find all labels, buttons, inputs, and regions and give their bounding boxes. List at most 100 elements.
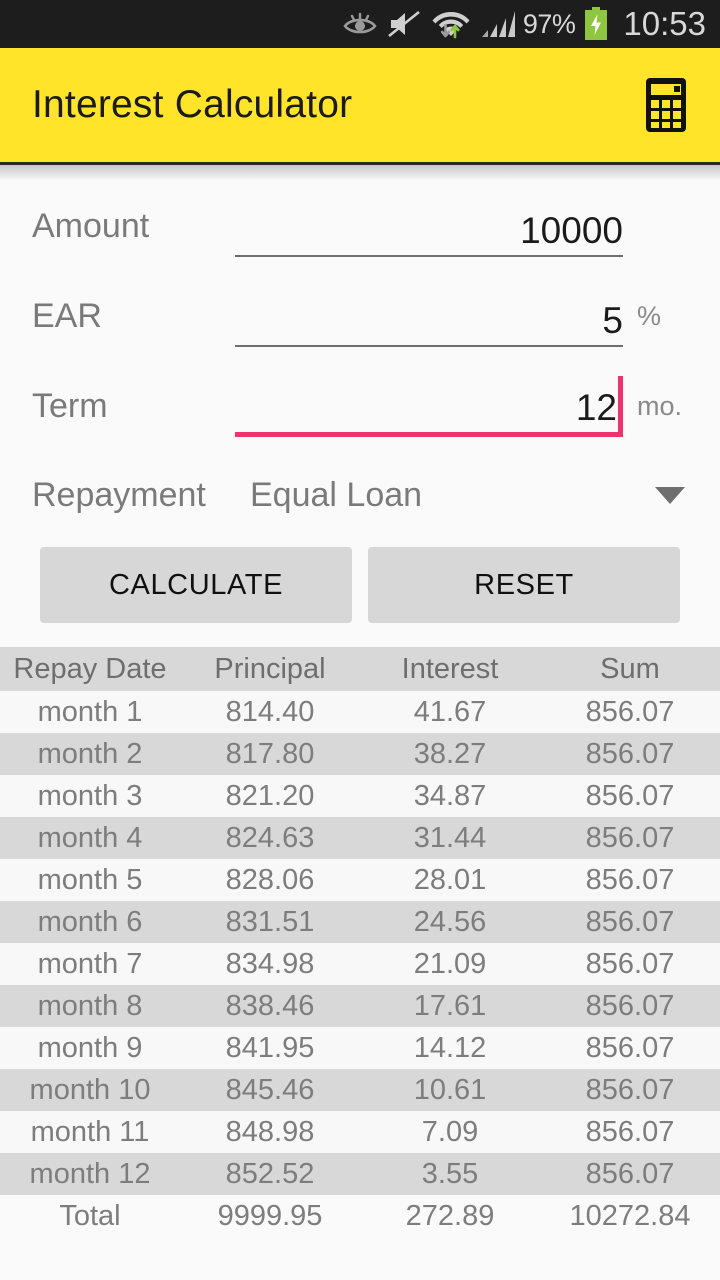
table-row[interactable]: month 7 834.98 21.09 856.07 bbox=[0, 943, 720, 985]
table-cell-3: 856.07 bbox=[585, 863, 675, 896]
table-cell-2: 41.67 bbox=[413, 695, 487, 728]
table-row[interactable]: month 9 841.95 14.12 856.07 bbox=[0, 1027, 720, 1069]
table-row[interactable]: month 2 817.80 38.27 856.07 bbox=[0, 733, 720, 775]
sound-muted-icon bbox=[388, 9, 421, 39]
table-cell-3: 856.07 bbox=[585, 737, 675, 770]
table-cell-2: 38.27 bbox=[413, 737, 487, 770]
table-total-row[interactable]: Total 9999.95 272.89 10272.84 bbox=[0, 1195, 720, 1237]
table-cell-0: Repay Date bbox=[13, 652, 167, 685]
calculator-icon[interactable] bbox=[636, 75, 696, 135]
table-cell-3: 856.07 bbox=[585, 1073, 675, 1106]
table-cell-3: 856.07 bbox=[585, 821, 675, 854]
table-cell-1: 817.80 bbox=[225, 737, 315, 770]
wifi-icon bbox=[432, 8, 470, 40]
table-cell-3: 856.07 bbox=[585, 1115, 675, 1148]
amount-label: Amount bbox=[32, 206, 150, 245]
field-row-term: Term 12 mo. bbox=[0, 361, 720, 451]
table-cell-0: month 6 bbox=[37, 905, 143, 938]
table-cell-0: month 1 bbox=[37, 695, 143, 728]
table-cell-2: 17.61 bbox=[413, 989, 487, 1022]
table-cell-0: month 9 bbox=[37, 1031, 143, 1064]
app-toolbar: Interest Calculator bbox=[0, 48, 720, 165]
table-row[interactable]: month 10 845.46 10.61 856.07 bbox=[0, 1069, 720, 1111]
table-cell-1: 828.06 bbox=[225, 863, 315, 896]
table-cell-1: 841.95 bbox=[225, 1031, 315, 1064]
table-cell-0: month 10 bbox=[29, 1073, 151, 1106]
repayment-selected-value: Equal Loan bbox=[250, 475, 423, 514]
amount-input[interactable]: 10000 bbox=[235, 195, 623, 257]
table-row[interactable]: month 11 848.98 7.09 856.07 bbox=[0, 1111, 720, 1153]
status-bar: 97% 10:53 bbox=[0, 0, 720, 48]
battery-percent-label: 97% bbox=[522, 8, 576, 39]
table-cell-1: 814.40 bbox=[225, 695, 315, 728]
table-cell-0: month 5 bbox=[37, 863, 143, 896]
table-row[interactable]: month 8 838.46 17.61 856.07 bbox=[0, 985, 720, 1027]
ear-value: 5 bbox=[602, 300, 623, 341]
table-row[interactable]: month 6 831.51 24.56 856.07 bbox=[0, 901, 720, 943]
amortization-table: Repay Date Principal Interest Sum month 1 814… bbox=[0, 647, 720, 1237]
table-cell-0: month 4 bbox=[37, 821, 143, 854]
text-cursor bbox=[618, 376, 623, 432]
table-cell-1: 821.20 bbox=[225, 779, 315, 812]
table-cell-3: 856.07 bbox=[585, 695, 675, 728]
table-cell-1: 848.98 bbox=[225, 1115, 315, 1148]
amount-value: 10000 bbox=[520, 210, 623, 251]
chevron-down-icon bbox=[655, 486, 685, 504]
table-cell-2: Interest bbox=[401, 652, 499, 685]
table-cell-1: 9999.95 bbox=[217, 1199, 323, 1232]
table-cell-3: 856.07 bbox=[585, 905, 675, 938]
field-row-ear: EAR 5 % bbox=[0, 271, 720, 361]
action-button-row: CALCULATE RESET bbox=[0, 539, 720, 623]
table-cell-2: 31.44 bbox=[413, 821, 487, 854]
term-input[interactable]: 12 bbox=[235, 375, 623, 437]
page-title: Interest Calculator bbox=[32, 83, 353, 126]
table-cell-3: 856.07 bbox=[585, 1031, 675, 1064]
calculate-button[interactable]: CALCULATE bbox=[40, 547, 352, 623]
status-clock: 10:53 bbox=[623, 5, 706, 42]
table-cell-3: Sum bbox=[600, 652, 660, 685]
signal-bars-icon bbox=[481, 10, 515, 38]
term-unit-label: mo. bbox=[637, 390, 683, 421]
table-cell-2: 14.12 bbox=[413, 1031, 487, 1064]
table-cell-1: 845.46 bbox=[225, 1073, 315, 1106]
table-cell-0: month 3 bbox=[37, 779, 143, 812]
table-cell-3: 10272.84 bbox=[569, 1199, 691, 1232]
table-cell-2: 24.56 bbox=[413, 905, 487, 938]
table-cell-2: 3.55 bbox=[421, 1157, 479, 1190]
table-cell-1: 834.98 bbox=[225, 947, 315, 980]
table-cell-3: 856.07 bbox=[585, 947, 675, 980]
table-cell-1: 831.51 bbox=[225, 905, 315, 938]
table-cell-0: month 2 bbox=[37, 737, 143, 770]
table-cell-2: 34.87 bbox=[413, 779, 487, 812]
table-cell-2: 21.09 bbox=[413, 947, 487, 980]
table-cell-1: 824.63 bbox=[225, 821, 315, 854]
table-cell-2: 7.09 bbox=[421, 1115, 479, 1148]
reset-button[interactable]: RESET bbox=[368, 547, 680, 623]
calculator-form: Amount 10000 EAR 5 % Term 12 mo. Repayme… bbox=[0, 181, 720, 623]
repayment-spinner[interactable]: Repayment Equal Loan bbox=[0, 451, 720, 539]
table-row[interactable]: month 1 814.40 41.67 856.07 bbox=[0, 691, 720, 733]
ear-label: EAR bbox=[32, 296, 102, 335]
table-cell-2: 272.89 bbox=[405, 1199, 495, 1232]
table-cell-0: month 7 bbox=[37, 947, 143, 980]
table-header-row: Repay Date Principal Interest Sum bbox=[0, 647, 720, 691]
table-cell-1: Principal bbox=[214, 652, 326, 685]
table-cell-3: 856.07 bbox=[585, 779, 675, 812]
table-row[interactable]: month 5 828.06 28.01 856.07 bbox=[0, 859, 720, 901]
table-cell-3: 856.07 bbox=[585, 1157, 675, 1190]
table-row[interactable]: month 3 821.20 34.87 856.07 bbox=[0, 775, 720, 817]
table-row[interactable]: month 4 824.63 31.44 856.07 bbox=[0, 817, 720, 859]
toolbar-shadow bbox=[0, 165, 720, 181]
table-cell-0: month 12 bbox=[29, 1157, 151, 1190]
term-label: Term bbox=[32, 386, 108, 425]
ear-unit-label: % bbox=[637, 300, 662, 331]
table-cell-2: 10.61 bbox=[413, 1073, 487, 1106]
ear-input[interactable]: 5 bbox=[235, 285, 623, 347]
battery-charging-icon bbox=[584, 7, 608, 41]
term-value: 12 bbox=[575, 387, 617, 428]
table-cell-0: Total bbox=[59, 1199, 121, 1232]
table-cell-1: 852.52 bbox=[225, 1157, 315, 1190]
table-row[interactable]: month 12 852.52 3.55 856.07 bbox=[0, 1153, 720, 1195]
table-cell-1: 838.46 bbox=[225, 989, 315, 1022]
repayment-label: Repayment bbox=[32, 475, 206, 514]
